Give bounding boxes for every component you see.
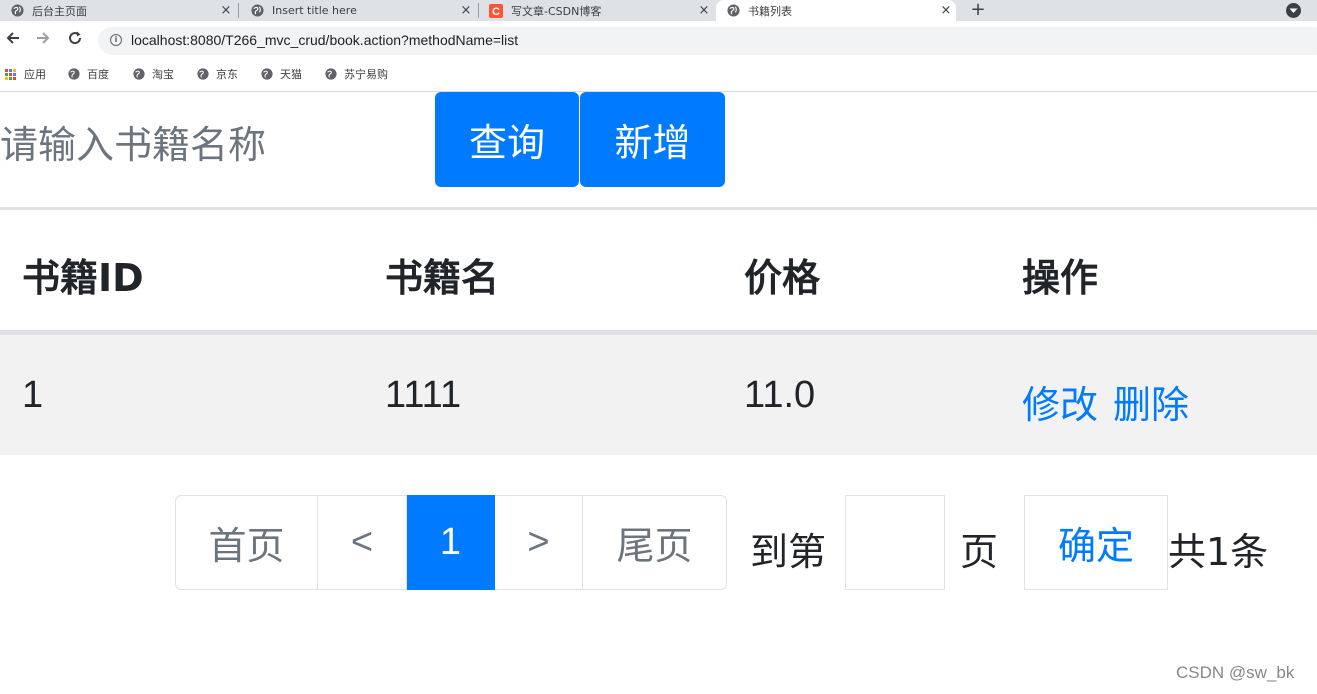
browser-tab[interactable]: Insert title here ×	[240, 0, 476, 21]
goto-prefix-label: 到第	[750, 530, 827, 574]
tab-divider	[238, 3, 239, 18]
bookmark-label: 苏宁易购	[344, 68, 388, 81]
current-page-button[interactable]: 1	[407, 495, 495, 590]
csdn-icon: C	[489, 3, 503, 18]
cell-price: 11.0	[744, 374, 816, 416]
globe-icon	[261, 68, 273, 80]
confirm-button[interactable]: 确定	[1024, 495, 1168, 590]
watermark: CSDN @sw_bk	[1176, 663, 1295, 682]
back-icon[interactable]	[2, 30, 24, 52]
column-header-price: 价格	[744, 256, 821, 300]
close-icon[interactable]: ×	[936, 3, 956, 18]
close-icon[interactable]: ×	[456, 3, 476, 18]
globe-icon	[68, 68, 80, 80]
cell-book-name: 1111	[385, 374, 462, 416]
bookmark-label: 百度	[87, 68, 109, 81]
prev-page-button[interactable]: <	[318, 495, 407, 590]
column-header-book-id: 书籍ID	[22, 256, 144, 300]
globe-icon	[325, 68, 337, 80]
last-page-button[interactable]: 尾页	[583, 495, 727, 590]
table-top-border	[0, 207, 1317, 210]
query-button[interactable]: 查询	[435, 92, 579, 187]
bookmark-label: 应用	[24, 68, 46, 81]
tab-title: 后台主页面	[32, 4, 87, 18]
url-text[interactable]: localhost:8080/T266_mvc_crud/book.action…	[131, 32, 518, 48]
goto-suffix-label: 页	[960, 530, 999, 574]
delete-link[interactable]: 删除	[1113, 374, 1189, 429]
page-number-input[interactable]	[845, 495, 945, 590]
cell-book-id: 1	[22, 374, 44, 416]
apps-grid-icon	[5, 68, 16, 80]
forward-icon[interactable]	[32, 30, 54, 52]
bookmark-item[interactable]: 淘宝	[133, 66, 174, 82]
first-page-button[interactable]: 首页	[175, 495, 318, 590]
pagination: 首页 < 1 > 尾页	[175, 495, 727, 590]
bookmark-label: 天猫	[280, 68, 302, 81]
globe-icon	[133, 68, 145, 80]
bookmark-item[interactable]: 百度	[68, 66, 109, 82]
book-name-search-input[interactable]: 请输入书籍名称	[0, 114, 266, 169]
bookmark-item[interactable]: 天猫	[261, 66, 302, 82]
browser-tab[interactable]: 后台主页面 ×	[0, 0, 236, 21]
total-count: 共1条	[1168, 530, 1269, 574]
svg-text:C: C	[492, 6, 500, 18]
add-button[interactable]: 新增	[580, 92, 725, 187]
edit-link[interactable]: 修改	[1022, 374, 1098, 429]
globe-icon	[10, 4, 24, 18]
new-tab-button[interactable]: +	[968, 0, 988, 21]
bookmark-label: 京东	[216, 68, 238, 81]
column-header-book-name: 书籍名	[385, 256, 500, 300]
tab-search-icon[interactable]	[1286, 3, 1301, 18]
info-icon[interactable]: i	[110, 34, 122, 46]
column-header-actions: 操作	[1022, 256, 1099, 300]
globe-icon	[197, 68, 209, 80]
close-icon[interactable]: ×	[694, 3, 714, 18]
browser-tab-active[interactable]: 书籍列表 ×	[716, 0, 956, 21]
bookmark-label: 淘宝	[152, 68, 174, 81]
globe-icon	[250, 4, 264, 18]
bookmark-apps[interactable]: 应用	[5, 66, 46, 82]
globe-icon	[726, 4, 740, 18]
tab-title: 书籍列表	[748, 4, 792, 18]
bookmark-item[interactable]: 京东	[197, 66, 238, 82]
tab-title: 写文章-CSDN博客	[511, 4, 602, 18]
reload-icon[interactable]	[64, 30, 86, 52]
next-page-button[interactable]: >	[495, 495, 583, 590]
close-icon[interactable]: ×	[216, 3, 236, 18]
browser-tab[interactable]: C 写文章-CSDN博客 ×	[479, 0, 714, 21]
bookmark-item[interactable]: 苏宁易购	[325, 66, 388, 82]
tab-title: Insert title here	[272, 4, 357, 17]
